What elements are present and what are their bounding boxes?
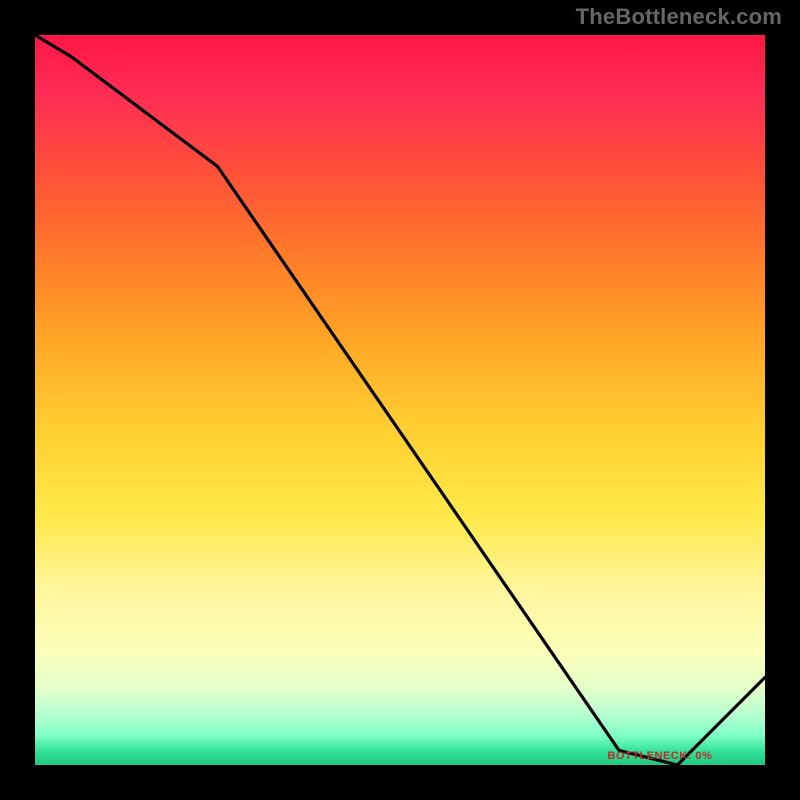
bottleneck-label: BOTTLENECK: 0% [608, 750, 713, 762]
attribution-text: TheBottleneck.com [576, 4, 782, 30]
plot-frame: BOTTLENECK: 0% [35, 35, 765, 765]
plot-area: BOTTLENECK: 0% [35, 35, 765, 765]
chart-container: TheBottleneck.com BOTTLENECK: 0% [0, 0, 800, 800]
bottleneck-curve [35, 35, 765, 765]
